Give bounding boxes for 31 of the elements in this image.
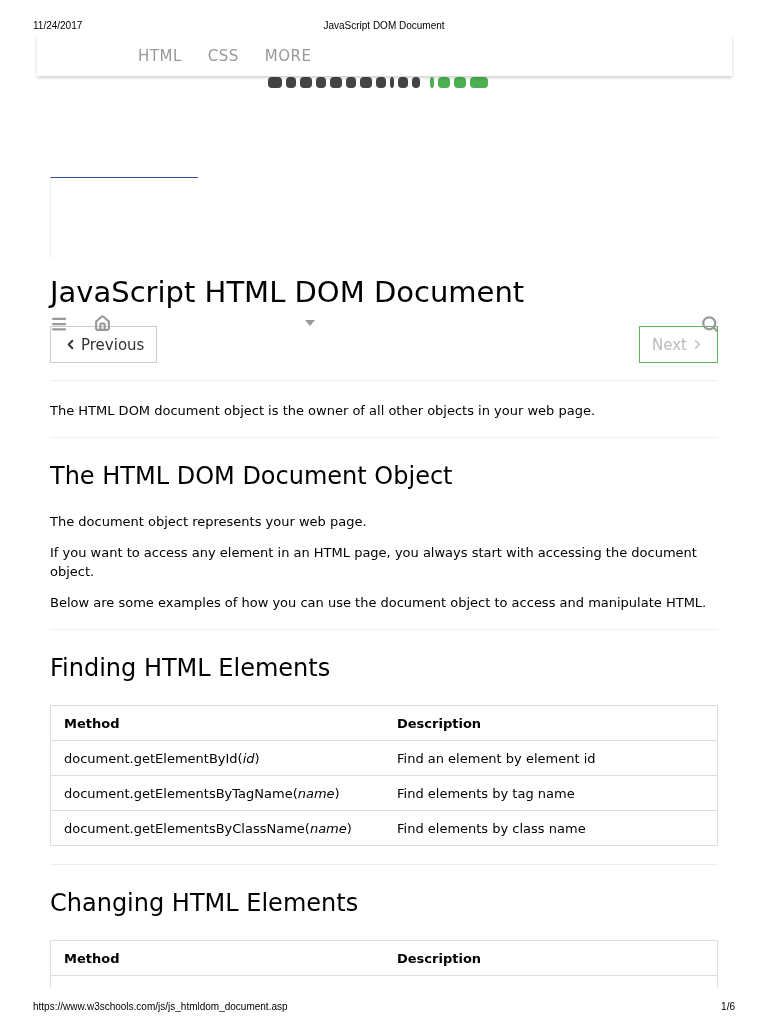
caret-icon[interactable] xyxy=(305,320,315,326)
section-heading: Changing HTML Elements xyxy=(50,888,360,919)
column-header: Method xyxy=(63,715,121,731)
search-icon[interactable] xyxy=(701,315,719,333)
print-title: JavaScript DOM Document xyxy=(323,19,445,31)
table-cell: Find elements by class name xyxy=(397,820,586,836)
table-cell: Find an element by element id xyxy=(397,750,596,766)
paragraph: Below are some examples of how you can use the document object to access and manipulate HTML. xyxy=(50,594,708,612)
table-cell: Find elements by tag name xyxy=(397,785,575,801)
column-header: Method xyxy=(63,950,121,966)
column-header: Description xyxy=(396,715,483,731)
table-cell: document.getElementById(id) xyxy=(64,750,260,766)
column-header: Description xyxy=(396,950,483,966)
nav-link[interactable]: MORE xyxy=(264,46,312,65)
paragraph: If you want to access any element in an HTML page, you always start with accessing the document object. xyxy=(50,544,698,581)
nav-link[interactable]: HTML xyxy=(138,46,182,65)
section-heading: Finding HTML Elements xyxy=(50,653,332,684)
section-heading: The HTML DOM Document Object xyxy=(50,461,454,492)
paragraph: The HTML DOM document object is the owner of all other objects in your web page. xyxy=(50,402,597,420)
next-button[interactable]: Next xyxy=(639,326,718,363)
print-date: 11/24/2017 xyxy=(33,19,83,31)
menu-icon[interactable] xyxy=(50,315,68,333)
page-number: 1/6 xyxy=(721,1000,735,1012)
print-url: https://www.w3schools.com/js/js_htmldom_document.asp xyxy=(33,1000,288,1012)
home-icon[interactable] xyxy=(94,315,111,332)
previous-button[interactable]: Previous xyxy=(50,326,158,363)
paragraph: The document object represents your web page. xyxy=(50,513,368,531)
nav-link[interactable]: CSS xyxy=(207,46,239,65)
page-title: JavaScript HTML DOM Document xyxy=(50,274,526,311)
table-cell: document.getElementsByTagName(name) xyxy=(64,785,340,801)
table-cell: document.getElementsByClassName(name) xyxy=(64,820,352,836)
